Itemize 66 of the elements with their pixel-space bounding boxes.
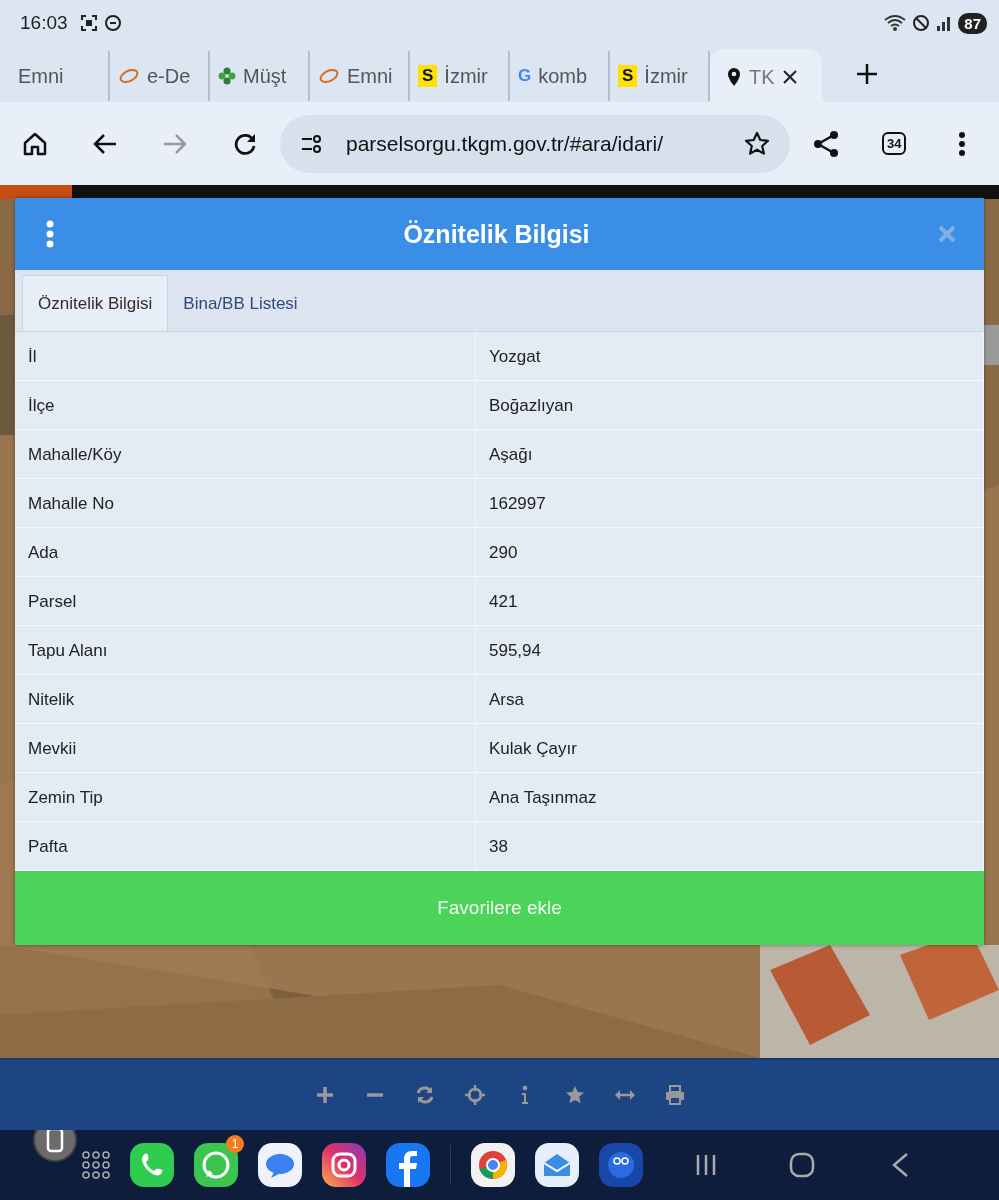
dialog-tab[interactable]: Bina/BB Listesi: [168, 276, 313, 331]
clock-time: 16:03: [20, 12, 68, 34]
camera-app-icon[interactable]: [322, 1143, 366, 1187]
star-icon[interactable]: [564, 1085, 585, 1105]
table-cell: Mahalle No: [15, 479, 476, 528]
phone-screen-icon[interactable]: [33, 1130, 77, 1162]
do-not-disturb-icon: [912, 14, 931, 32]
home-icon[interactable]: [22, 130, 48, 157]
table-cell: İl: [15, 332, 476, 381]
zoom-in-icon[interactable]: [314, 1085, 335, 1105]
swoosh-icon: [318, 68, 340, 84]
app-grid-icon[interactable]: [82, 1151, 110, 1179]
close-icon[interactable]: [781, 69, 798, 85]
wifi-icon: [884, 14, 907, 32]
home-button-icon[interactable]: [789, 1152, 815, 1178]
social-app-icon[interactable]: [386, 1143, 430, 1187]
table-cell: Zemin Tip: [15, 773, 476, 822]
browser-app-icon[interactable]: [471, 1143, 515, 1187]
share-icon[interactable]: [812, 129, 840, 158]
clover-icon: [218, 67, 236, 85]
tab-count-button[interactable]: 34: [882, 132, 907, 155]
table-cell: Tapu Alanı: [15, 626, 476, 675]
refresh-icon[interactable]: [414, 1085, 435, 1105]
speech-bubble-app-icon[interactable]: [258, 1143, 302, 1187]
dialog-tab[interactable]: Öznitelik Bilgisi: [22, 275, 169, 331]
table-cell: Ada: [15, 528, 476, 577]
new-tab-icon[interactable]: [856, 63, 878, 85]
address-field[interactable]: parselsorgu.tkgm.gov.tr/#ara/idari/: [280, 114, 790, 173]
crosshair-icon[interactable]: [464, 1085, 485, 1105]
table-cell: Pafta: [15, 822, 476, 871]
more-options-icon[interactable]: [958, 130, 967, 157]
back-button-icon[interactable]: [890, 1152, 910, 1178]
site-settings-icon[interactable]: [300, 133, 324, 154]
bookmark-star-icon[interactable]: [744, 130, 770, 157]
table-cell: Arsa: [476, 675, 984, 724]
bank-app-icon[interactable]: [599, 1143, 643, 1187]
dialog-title: Öznitelik Bilgisi: [402, 219, 591, 249]
phone-app-icon[interactable]: [130, 1143, 174, 1187]
table-cell: Boğazlıyan: [476, 381, 984, 430]
table-cell: İlçe: [15, 381, 476, 430]
table-cell: Ana Taşınmaz: [476, 773, 984, 822]
table-cell: 595,94: [476, 626, 984, 675]
table-cell: Aşağı: [476, 430, 984, 479]
notification-badge: 1: [226, 1135, 244, 1153]
favicon: G: [518, 66, 532, 86]
swoosh-icon: [118, 68, 140, 84]
table-cell: 38: [476, 822, 984, 871]
envelope-app-icon[interactable]: [535, 1143, 579, 1187]
browser-tab[interactable]: TK: [710, 49, 822, 105]
signal-icon: [936, 15, 953, 31]
battery-level: 87: [958, 12, 987, 34]
table-cell: Kulak Çayır: [476, 724, 984, 773]
printer-icon[interactable]: [664, 1085, 685, 1105]
table-cell: Mahalle/Köy: [15, 430, 476, 479]
table-cell: Yozgat: [476, 332, 984, 381]
table-cell: Mevkii: [15, 724, 476, 773]
screenshot-icon: [79, 14, 98, 32]
table-cell: Nitelik: [15, 675, 476, 724]
table-cell: Parsel: [15, 577, 476, 626]
menu-icon[interactable]: [45, 220, 55, 248]
table-cell: 421: [476, 577, 984, 626]
favicon: S: [618, 65, 638, 87]
table-cell: 162997: [476, 479, 984, 528]
favicon: S: [418, 65, 438, 87]
location-pin-icon: [726, 67, 742, 87]
table-cell: 290: [476, 528, 984, 577]
